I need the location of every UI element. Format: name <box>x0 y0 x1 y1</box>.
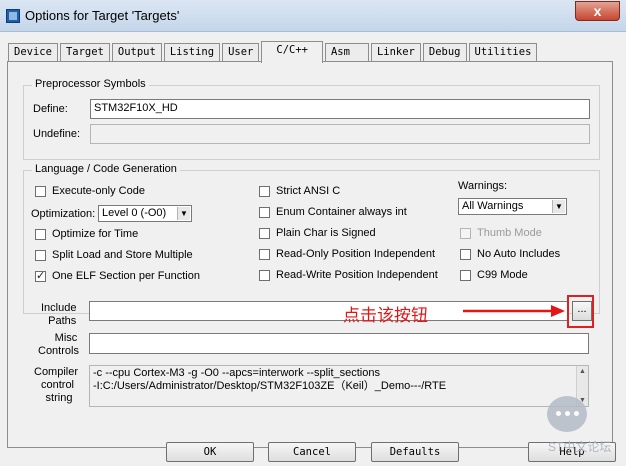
ro-position-label: Read-Only Position Independent <box>276 248 435 260</box>
scroll-up-icon[interactable]: ▲ <box>577 366 588 377</box>
no-auto-includes-label: No Auto Includes <box>477 248 561 260</box>
optimization-select[interactable]: Level 0 (-O0) ▼ <box>98 205 192 222</box>
split-load-label: Split Load and Store Multiple <box>52 249 193 261</box>
thumb-mode-checkbox[interactable] <box>460 228 471 239</box>
warnings-select[interactable]: All Warnings ▼ <box>458 198 567 215</box>
enum-container-checkbox[interactable] <box>259 207 270 218</box>
language-group-title: Language / Code Generation <box>32 163 180 175</box>
preprocessor-group-title: Preprocessor Symbols <box>32 78 149 90</box>
one-elf-checkbox[interactable] <box>35 269 46 282</box>
close-button[interactable]: x <box>575 1 620 21</box>
rw-position-label: Read-Write Position Independent <box>276 269 438 281</box>
undefine-field[interactable] <box>90 124 590 144</box>
one-elf-label: One ELF Section per Function <box>52 270 200 282</box>
plain-char-label: Plain Char is Signed <box>276 227 376 239</box>
compiler-control-label: Compiler control string <box>34 366 78 405</box>
chat-bubble-icon <box>547 396 587 432</box>
tab-linker[interactable]: Linker <box>370 43 421 62</box>
chevron-down-icon: ▼ <box>552 200 565 213</box>
execute-only-checkbox[interactable] <box>35 186 46 197</box>
compiler-control-string[interactable]: -c --cpu Cortex-M3 -g -O0 --apcs=interwo… <box>89 365 589 407</box>
execute-only-label: Execute-only Code <box>52 185 145 197</box>
preprocessor-group: Preprocessor Symbols Define: STM32F10X_H… <box>23 78 600 160</box>
cancel-button[interactable]: Cancel <box>268 442 356 462</box>
c-cpp-panel: Preprocessor Symbols Define: STM32F10X_H… <box>7 61 613 448</box>
optimization-label: Optimization: <box>31 208 96 220</box>
tab-output[interactable]: Output <box>111 43 162 62</box>
tab-c-cpp[interactable]: C/C++ <box>261 41 323 63</box>
app-icon <box>6 9 20 23</box>
misc-controls-label: Misc Controls <box>38 332 79 358</box>
compiler-line-1: -c --cpu Cortex-M3 -g -O0 --apcs=interwo… <box>93 367 380 379</box>
define-field[interactable]: STM32F10X_HD <box>90 99 590 119</box>
window-title: Options for Target 'Targets' <box>25 8 180 23</box>
optimize-time-checkbox[interactable] <box>35 229 46 240</box>
define-label: Define: <box>33 103 68 115</box>
strict-ansi-checkbox[interactable] <box>259 186 270 197</box>
plain-char-checkbox[interactable] <box>259 228 270 239</box>
tab-asm[interactable]: Asm <box>324 43 369 62</box>
misc-label-line2: Controls <box>38 345 79 357</box>
warnings-value: All Warnings <box>462 200 524 212</box>
annotation-text: 点击该按钮 <box>343 306 428 326</box>
no-auto-includes-checkbox[interactable] <box>460 249 471 260</box>
language-group: Language / Code Generation Execute-only … <box>23 163 600 314</box>
optimize-time-label: Optimize for Time <box>52 228 139 240</box>
arrow-right-icon <box>463 305 565 317</box>
compiler-label-line3: string <box>45 392 73 404</box>
tab-bar: Device Target Output Listing User C/C++ … <box>8 40 539 63</box>
c99-mode-checkbox[interactable] <box>460 270 471 281</box>
tab-target[interactable]: Target <box>59 43 110 62</box>
include-label-line1: Include <box>41 302 77 314</box>
strict-ansi-label: Strict ANSI C <box>276 185 341 197</box>
compiler-label-line1: Compiler <box>34 366 79 378</box>
tab-debug[interactable]: Debug <box>422 43 467 62</box>
compiler-line-2: -I:C:/Users/Administrator/Desktop/STM32F… <box>93 380 447 392</box>
rw-position-checkbox[interactable] <box>259 270 270 281</box>
title-bar: Options for Target 'Targets' x <box>0 0 626 32</box>
enum-container-label: Enum Container always int <box>276 206 407 218</box>
undefine-label: Undefine: <box>33 128 81 140</box>
include-label-line2: Paths <box>48 315 77 327</box>
watermark-text: ST中文论坛 <box>548 440 612 454</box>
include-paths-label: Include Paths <box>41 302 76 328</box>
defaults-button[interactable]: Defaults <box>371 442 459 462</box>
options-dialog: Device Target Output Listing User C/C++ … <box>0 32 626 466</box>
split-load-checkbox[interactable] <box>35 250 46 261</box>
c99-mode-label: C99 Mode <box>477 269 528 281</box>
ro-position-checkbox[interactable] <box>259 249 270 260</box>
ok-button[interactable]: OK <box>166 442 254 462</box>
tab-user[interactable]: User <box>222 43 260 62</box>
optimization-value: Level 0 (-O0) <box>102 207 167 219</box>
include-browse-button[interactable]: ... <box>572 301 592 321</box>
thumb-mode-label: Thumb Mode <box>477 227 542 239</box>
compiler-label-line2: control <box>40 379 75 391</box>
tab-device[interactable]: Device <box>8 43 58 62</box>
misc-controls-field[interactable] <box>89 333 589 354</box>
tab-utilities[interactable]: Utilities <box>468 43 538 62</box>
tab-listing[interactable]: Listing <box>163 43 221 62</box>
chevron-down-icon: ▼ <box>177 207 190 220</box>
misc-label-line1: Misc <box>54 332 78 344</box>
warnings-label: Warnings: <box>458 180 508 192</box>
